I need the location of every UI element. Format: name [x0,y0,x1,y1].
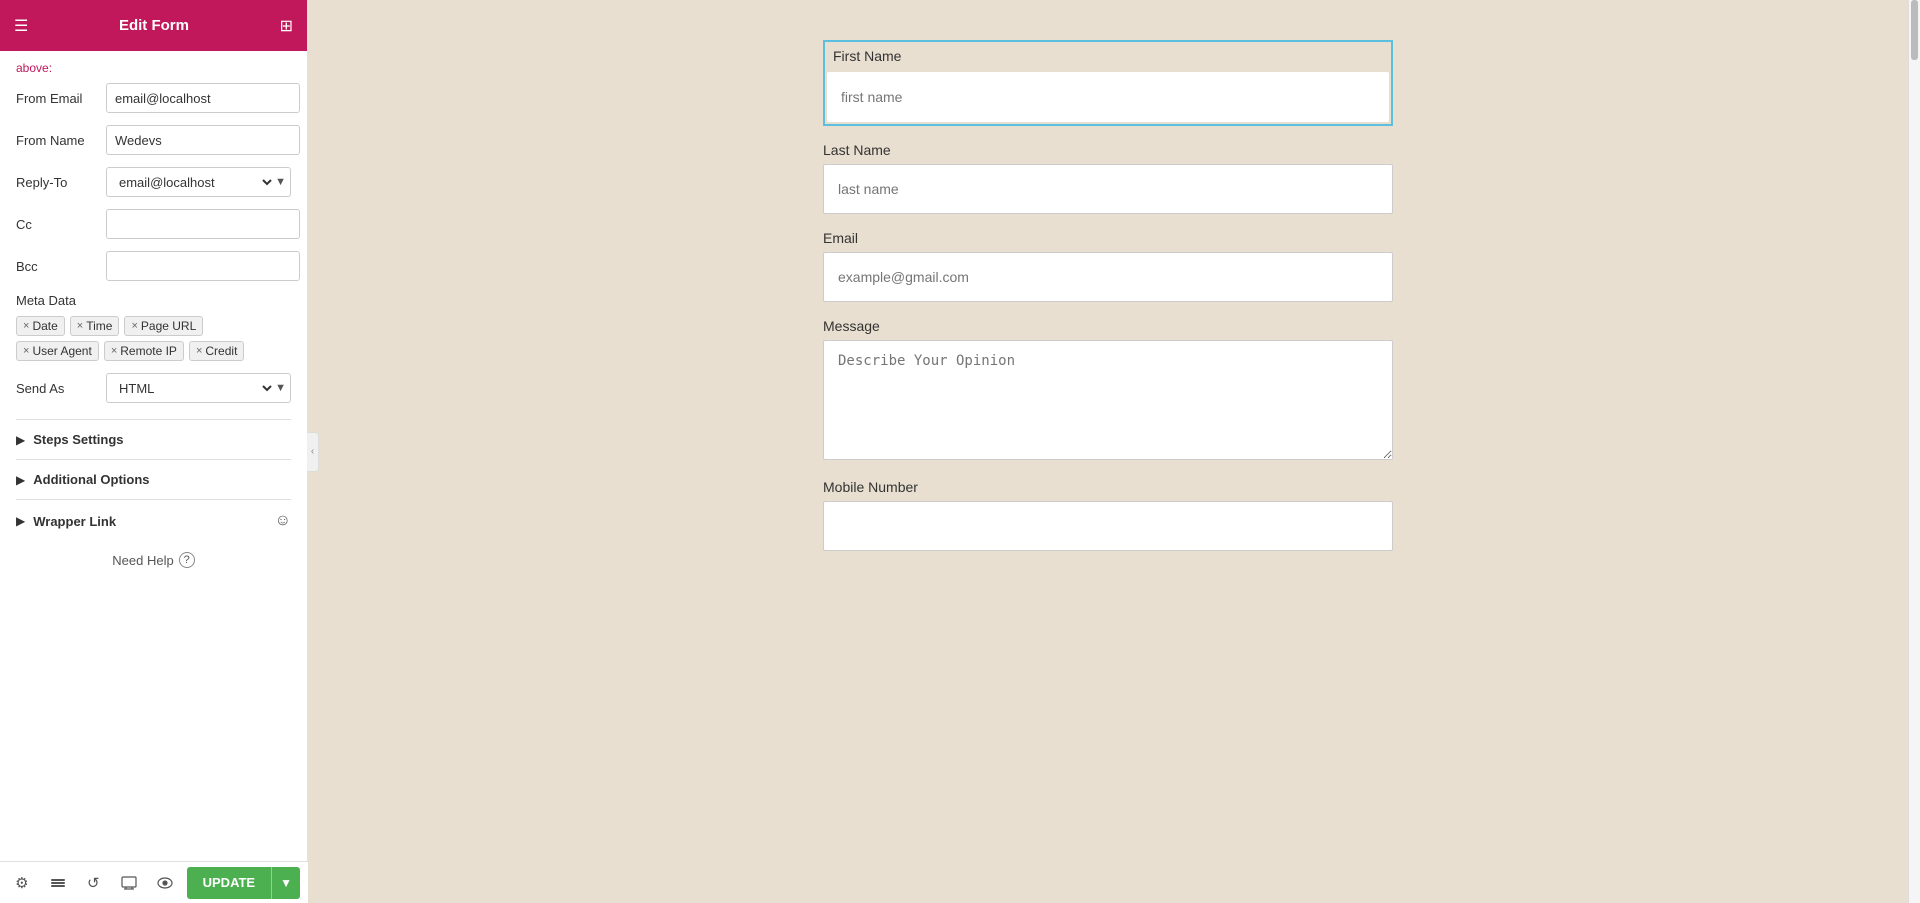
steps-settings-arrow: ▶ [16,433,25,447]
meta-tag-credit: ×Credit [189,341,244,361]
remove-page-url-icon[interactable]: × [131,320,137,332]
meta-tag-time: ×Time [70,316,120,336]
message-label: Message [823,318,1393,334]
bcc-label: Bcc [16,259,106,274]
field-last-name: Last Name [823,142,1393,214]
remove-date-icon[interactable]: × [23,320,29,332]
send-as-select[interactable]: HTML Plain Text [115,374,275,402]
email-label: Email [823,230,1393,246]
history-button[interactable]: ↺ [79,868,107,898]
update-btn-wrap: UPDATE ▼ [187,867,300,899]
wrapper-link-arrow: ▶ [16,514,25,528]
bcc-row: Bcc [16,251,291,281]
from-name-row: From Name [16,125,291,155]
send-as-label: Send As [16,381,106,396]
send-as-dropdown-icon: ▼ [275,382,286,394]
field-email: Email [823,230,1393,302]
meta-tag-user-agent: ×User Agent [16,341,99,361]
message-textarea[interactable] [823,340,1393,460]
cc-label: Cc [16,217,106,232]
need-help-label: Need Help [112,553,173,568]
steps-settings-section[interactable]: ▶ Steps Settings [16,419,291,459]
last-name-label: Last Name [823,142,1393,158]
sidebar-title: Edit Form [28,17,279,34]
from-email-input[interactable] [106,83,300,113]
reply-to-select-wrapper: email@localhost ▼ [106,167,291,197]
sidebar: ☰ Edit Form ⊞ above: From Email From Nam… [0,0,308,903]
scrollbar-track[interactable] [1909,0,1920,903]
additional-options-arrow: ▶ [16,473,25,487]
wrapper-link-section[interactable]: ▶ Wrapper Link ☺ [16,499,291,542]
grid-icon[interactable]: ⊞ [280,16,293,36]
layers-button[interactable] [44,868,72,898]
mobile-number-input[interactable] [823,501,1393,551]
scrollbar-thumb[interactable] [1911,0,1918,60]
first-name-label: First Name [827,44,1389,66]
remove-time-icon[interactable]: × [77,320,83,332]
additional-options-section[interactable]: ▶ Additional Options [16,459,291,499]
cc-row: Cc [16,209,291,239]
scrollbar-area [1908,0,1920,903]
steps-settings-label: Steps Settings [33,432,291,447]
preview-button[interactable] [151,868,179,898]
form-preview: First Name Last Name Email Message Mobil… [823,40,1393,567]
reply-to-dropdown-icon: ▼ [275,176,286,188]
mobile-number-label: Mobile Number [823,479,1393,495]
send-as-select-wrapper: HTML Plain Text ▼ [106,373,291,403]
from-name-label: From Name [16,133,106,148]
reply-to-label: Reply-To [16,175,106,190]
from-name-input[interactable] [106,125,300,155]
hamburger-icon[interactable]: ☰ [14,16,28,36]
update-dropdown-button[interactable]: ▼ [271,867,300,899]
first-name-input[interactable] [827,72,1389,122]
reply-to-row: Reply-To email@localhost ▼ [16,167,291,197]
reply-to-select[interactable]: email@localhost [115,168,275,196]
field-first-name-focused-wrapper: First Name [823,40,1393,126]
need-help[interactable]: Need Help ? [16,542,291,578]
additional-options-label: Additional Options [33,472,291,487]
meta-tags-container: ×Date ×Time ×Page URL ×User Agent ×Remot… [16,316,291,361]
sidebar-header: ☰ Edit Form ⊞ [0,0,307,51]
field-first-name: First Name [823,40,1393,126]
collapse-handle[interactable]: ‹ [307,432,319,472]
wrapper-link-label: Wrapper Link [33,514,274,529]
settings-button[interactable]: ⚙ [8,868,36,898]
meta-data-label: Meta Data [16,293,291,308]
remove-credit-icon[interactable]: × [196,345,202,357]
bottom-toolbar: ⚙ ↺ UPDATE ▼ [0,861,308,903]
from-email-label: From Email [16,91,106,106]
remove-user-agent-icon[interactable]: × [23,345,29,357]
main-preview: First Name Last Name Email Message Mobil… [308,0,1908,903]
help-icon: ? [179,552,195,568]
sidebar-content: above: From Email From Name Reply-To ema… [0,51,307,903]
meta-tag-date: ×Date [16,316,65,336]
field-mobile-number: Mobile Number [823,479,1393,551]
meta-data-section: Meta Data ×Date ×Time ×Page URL ×User Ag… [16,293,291,361]
field-message: Message [823,318,1393,463]
bcc-input[interactable] [106,251,300,281]
last-name-input[interactable] [823,164,1393,214]
cc-input[interactable] [106,209,300,239]
email-input[interactable] [823,252,1393,302]
remove-remote-ip-icon[interactable]: × [111,345,117,357]
send-as-row: Send As HTML Plain Text ▼ [16,373,291,403]
above-text: above: [16,61,291,75]
desktop-button[interactable] [115,868,143,898]
update-button[interactable]: UPDATE [187,867,271,899]
wrapper-link-icon: ☺ [275,512,291,530]
from-email-row: From Email [16,83,291,113]
meta-tag-page-url: ×Page URL [124,316,203,336]
meta-tag-remote-ip: ×Remote IP [104,341,184,361]
